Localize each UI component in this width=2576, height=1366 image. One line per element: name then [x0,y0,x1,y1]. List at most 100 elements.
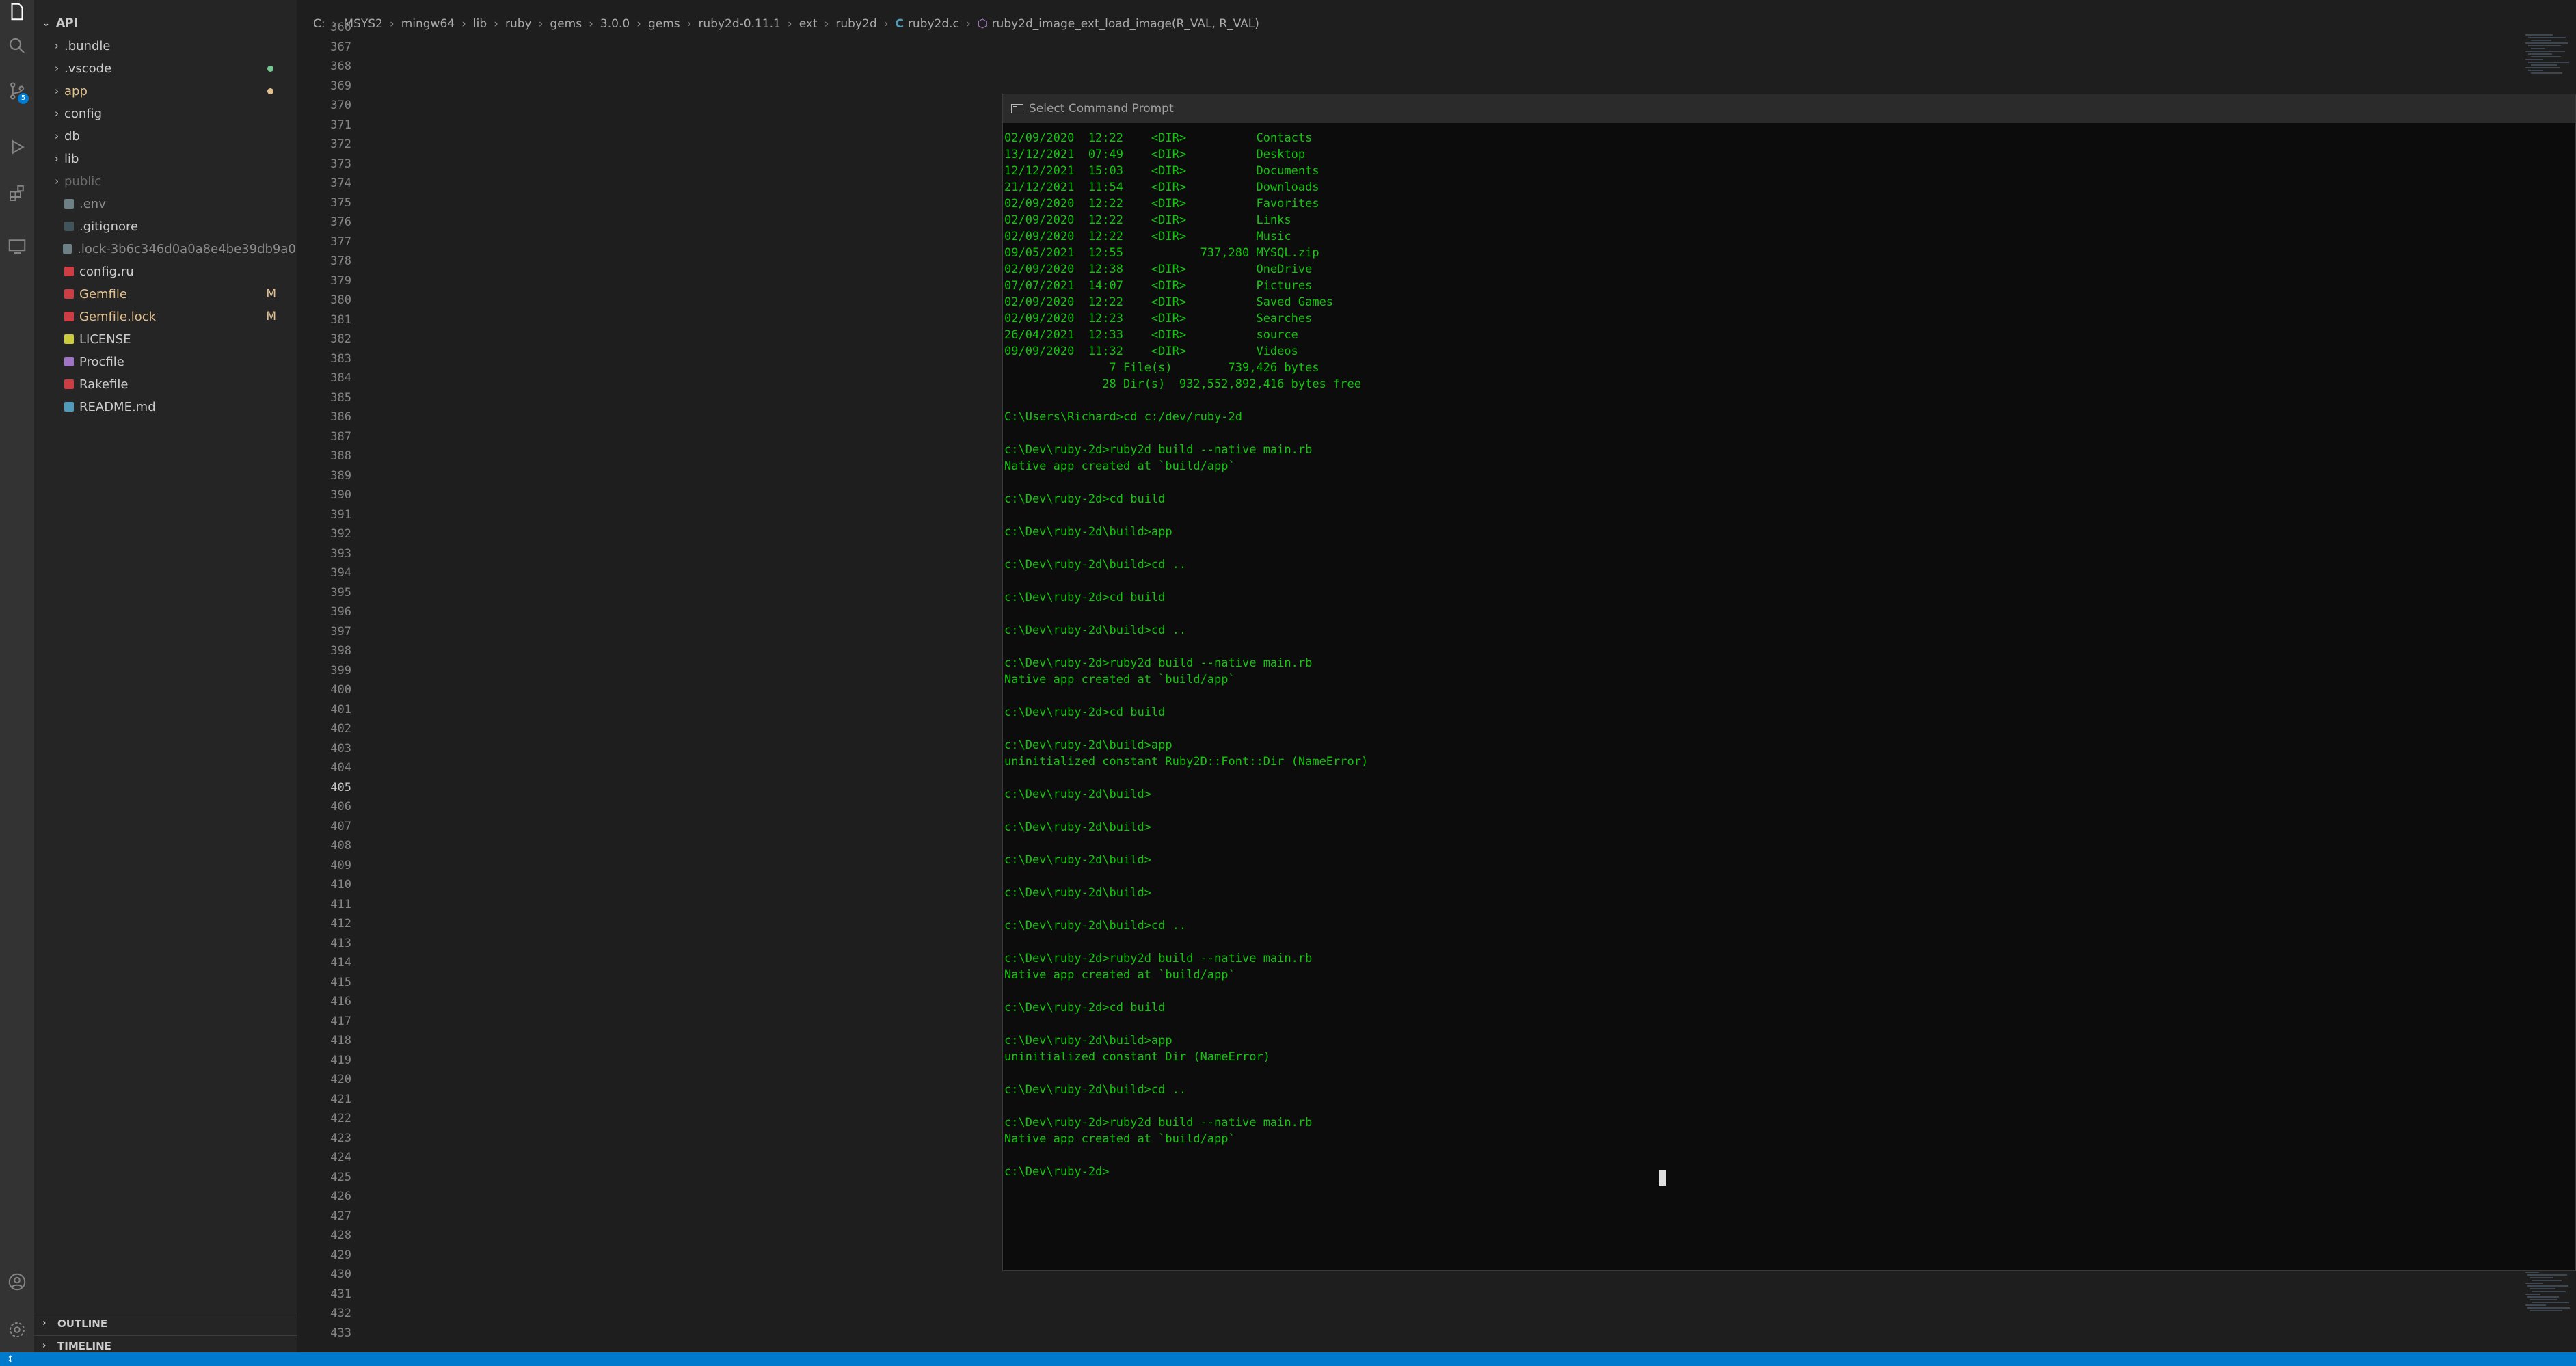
line-number: 405 [330,780,351,794]
breadcrumb-segment[interactable]: 3.0.0 [600,17,630,31]
source-control-icon[interactable]: 5 [0,74,34,108]
file-item[interactable]: .gitignore [34,216,297,237]
terminal-line: c:\Dev\ruby-2d>ruby2d build --native mai… [1004,952,1313,965]
chevron-right-icon: › [42,1341,46,1351]
line-number: 419 [330,1053,351,1067]
line-number: 368 [330,59,351,73]
terminal-line: c:\Dev\ruby-2d>cd build [1004,1001,1166,1015]
line-number: 369 [330,79,351,93]
terminal-line: 26/04/2021 12:33 <DIR> source [1004,328,1298,342]
explorer-icon[interactable] [0,0,34,29]
folder-item[interactable]: › lib [34,148,297,169]
file-type-icon [64,357,74,366]
file-item[interactable]: Gemfile.lock M [34,306,297,327]
file-item[interactable]: Rakefile [34,374,297,394]
chevron-right-icon: › [55,40,59,52]
minimap-line [2527,1307,2570,1309]
file-item[interactable]: .lock-3b6c346d0a0a8e4be39db9a03... [34,239,297,259]
line-number: 397 [330,624,351,639]
breadcrumb-segment[interactable]: mingw64 [401,17,455,31]
outline-section[interactable]: › OUTLINE [34,1313,297,1333]
line-number: 426 [330,1190,351,1203]
settings-gear-icon[interactable] [0,1313,34,1347]
explorer-root-folder[interactable]: ⌄ API [34,14,297,33]
terminal-line: c:\Dev\ruby-2d\build> [1004,788,1151,801]
terminal-line: c:\Dev\ruby-2d>cd build [1004,591,1166,604]
tree-item-label: LICENSE [79,332,131,347]
minimap-line [2525,1272,2539,1273]
chevron-right-icon: › [55,175,59,187]
terminal-line: 12/12/2021 15:03 <DIR> Documents [1004,164,1319,178]
breadcrumb-segment[interactable]: ruby2d-0.11.1 [698,17,780,31]
folder-item[interactable]: › .bundle [34,36,297,56]
search-icon[interactable] [0,29,34,63]
breadcrumb-segment[interactable]: gems [550,17,582,31]
remote-explorer-icon[interactable] [0,229,34,263]
breadcrumb-segment[interactable]: lib [473,17,487,31]
tree-item-label: app [64,83,88,98]
terminal-line: c:\Dev\ruby-2d\build>app [1004,1034,1172,1047]
line-number: 388 [330,449,351,463]
minimap-line [2527,1296,2559,1298]
file-item[interactable]: Gemfile M [34,284,297,304]
extensions-icon[interactable] [0,176,34,211]
file-item[interactable]: README.md [34,397,297,417]
breadcrumb-segment[interactable]: ruby [505,17,532,31]
tree-item-label: db [64,129,80,144]
terminal-line: Native app created at `build/app` [1004,459,1235,473]
file-type-icon [64,379,74,389]
command-prompt-window[interactable]: Select Command Prompt 02/09/2020 12:22 <… [1002,94,2576,1271]
line-number: 415 [330,975,351,989]
remote-indicator-icon[interactable]: ↕ [7,1354,14,1365]
source-control-badge: 5 [18,93,29,104]
timeline-section[interactable]: › TIMELINE [34,1335,297,1352]
file-item[interactable]: Procfile [34,351,297,372]
terminal-line: 02/09/2020 12:23 <DIR> Searches [1004,312,1313,325]
terminal-line: 09/09/2020 11:32 <DIR> Videos [1004,345,1298,358]
breadcrumb-segment[interactable]: ext [799,17,818,31]
line-number: 418 [330,1034,351,1047]
line-number: 393 [330,546,351,561]
terminal-line: c:\Dev\ruby-2d>ruby2d build --native mai… [1004,1116,1313,1129]
minimap-line [2531,48,2545,49]
folder-item[interactable]: › public [34,171,297,191]
terminal-line: c:\Dev\ruby-2d>cd build [1004,706,1166,719]
line-number: 376 [330,215,351,229]
folder-item[interactable]: › .vscode [34,58,297,79]
folder-item[interactable]: › app [34,81,297,101]
breadcrumb-separator-icon: › [494,17,498,31]
file-item[interactable]: config.ru [34,261,297,282]
breadcrumb-segment[interactable]: gems [648,17,680,31]
tree-item-label: .bundle [64,38,111,53]
line-number: 395 [330,585,351,600]
line-number: 412 [330,917,351,930]
terminal-line: 02/09/2020 12:22 <DIR> Music [1004,230,1291,243]
minimap-line [2532,1302,2569,1303]
folder-item[interactable]: › config [34,103,297,124]
line-number: 383 [330,351,351,366]
breadcrumb-segment[interactable]: ruby2d.c [908,17,959,31]
file-item[interactable]: LICENSE [34,329,297,349]
minimap-line [2530,1277,2553,1278]
line-number: 402 [330,722,351,736]
file-type-icon [64,334,74,344]
command-prompt-titlebar[interactable]: Select Command Prompt [1003,94,2575,123]
terminal-line: C:\Users\Richard>cd c:/dev/ruby-2d [1004,410,1242,424]
folder-item[interactable]: › db [34,126,297,146]
file-type-icon [64,199,74,209]
line-number: 379 [330,273,351,288]
line-number: 366 [330,21,351,34]
line-number: 400 [330,683,351,697]
account-icon[interactable] [0,1265,34,1299]
tree-item-label: Gemfile.lock [79,309,157,324]
line-number: 389 [330,468,351,483]
line-number: 372 [330,137,351,151]
breadcrumb-separator-icon: › [787,17,792,31]
file-item[interactable]: .env [34,193,297,214]
tree-item-label: config [64,106,103,121]
run-debug-icon[interactable] [0,130,34,164]
line-number: 420 [330,1073,351,1086]
breadcrumb-segment[interactable]: ruby2d [835,17,876,31]
breadcrumb-segment[interactable]: ruby2d_image_ext_load_image(R_VAL, R_VAL… [992,17,1259,31]
line-number: 404 [330,761,351,775]
